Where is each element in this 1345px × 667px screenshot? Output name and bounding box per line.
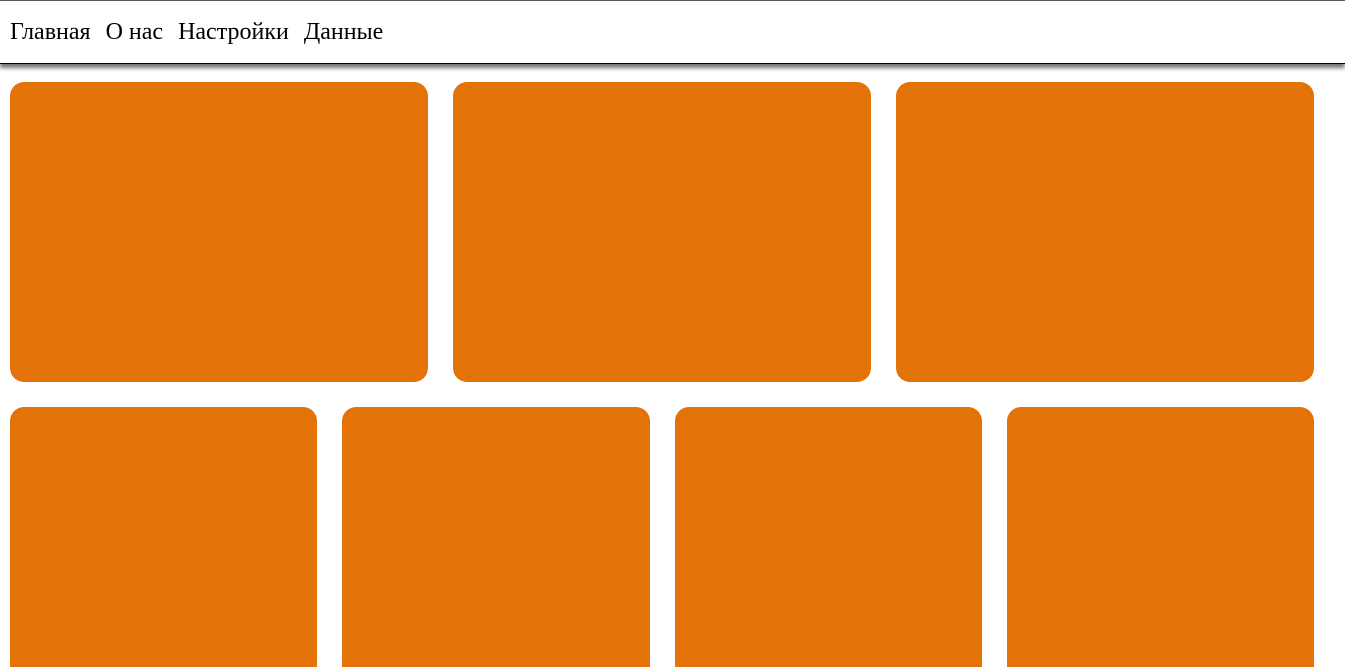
card-7 [1006, 407, 1314, 667]
nav-link-home[interactable]: Главная [10, 19, 91, 45]
card-6 [674, 407, 982, 667]
card-1 [10, 82, 428, 382]
card-4 [10, 407, 318, 667]
card-5 [342, 407, 650, 667]
card-2 [453, 82, 871, 382]
cards-row-top [10, 82, 1314, 382]
nav-link-settings[interactable]: Настройки [178, 19, 289, 45]
card-3 [896, 82, 1314, 382]
nav-link-about[interactable]: О нас [106, 19, 163, 45]
cards-grid [10, 82, 1314, 667]
nav-link-data[interactable]: Данные [304, 19, 384, 45]
cards-row-bottom [10, 407, 1314, 667]
top-navigation-bar: Главная О нас Настройки Данные [0, 0, 1345, 64]
